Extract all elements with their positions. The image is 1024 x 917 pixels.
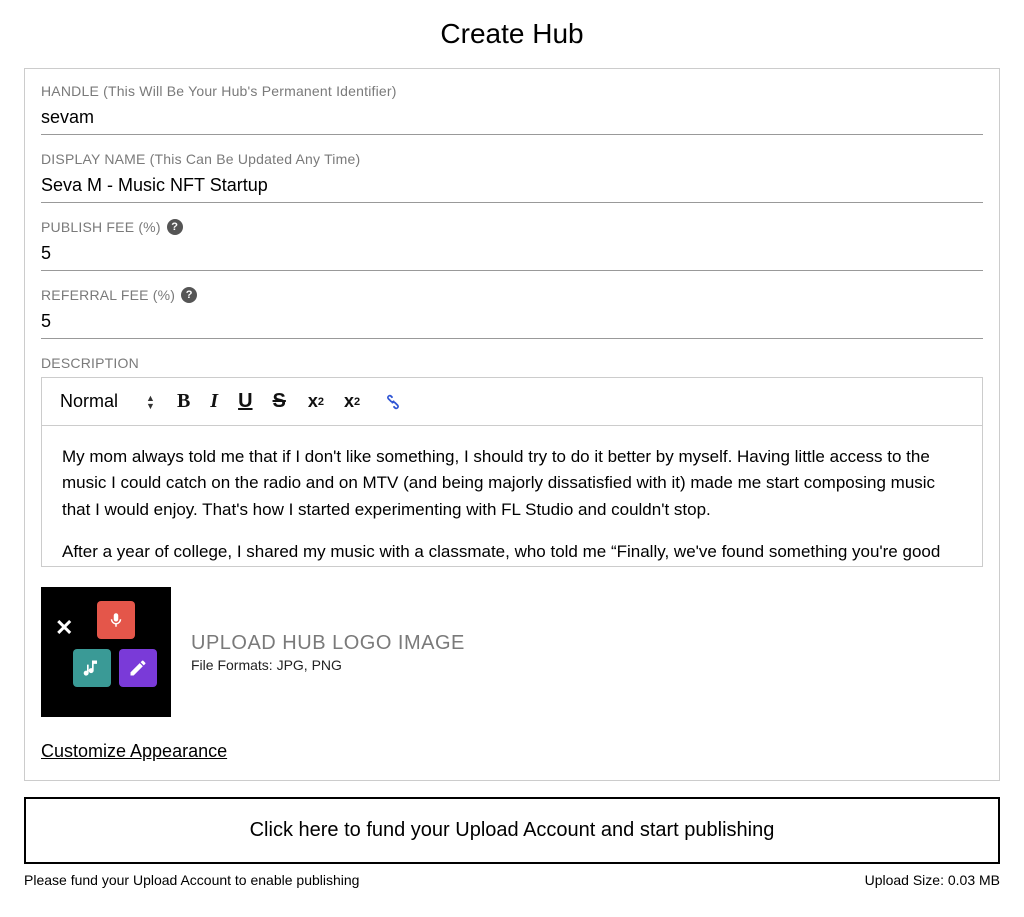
display-name-input[interactable]: [41, 171, 983, 203]
upload-size: Upload Size: 0.03 MB: [865, 872, 1000, 888]
upload-subtitle: File Formats: JPG, PNG: [191, 657, 465, 673]
close-icon[interactable]: ✕: [55, 615, 73, 641]
help-icon[interactable]: ?: [181, 287, 197, 303]
description-textarea[interactable]: My mom always told me that if I don't li…: [42, 426, 982, 566]
upload-title: UPLOAD HUB LOGO IMAGE: [191, 632, 465, 655]
logo-thumbnail[interactable]: ✕: [41, 587, 171, 717]
mic-icon: [97, 601, 135, 639]
subscript-button[interactable]: x2: [308, 391, 324, 412]
display-name-label: DISPLAY NAME (This Can Be Updated Any Ti…: [41, 151, 983, 167]
bold-button[interactable]: B: [177, 390, 190, 413]
publish-fee-field: PUBLISH FEE (%) ?: [41, 219, 983, 271]
referral-fee-input[interactable]: [41, 307, 983, 339]
help-icon[interactable]: ?: [167, 219, 183, 235]
publish-fee-label: PUBLISH FEE (%): [41, 219, 161, 235]
italic-button[interactable]: I: [210, 390, 218, 413]
display-name-field: DISPLAY NAME (This Can Be Updated Any Ti…: [41, 151, 983, 203]
pencil-paper-icon: [119, 649, 157, 687]
page-title: Create Hub: [24, 18, 1000, 50]
format-select[interactable]: Normal ▲▼: [60, 391, 155, 412]
fund-account-button[interactable]: Click here to fund your Upload Account a…: [24, 797, 1000, 864]
footer-message: Please fund your Upload Account to enabl…: [24, 872, 359, 888]
description-paragraph: After a year of college, I shared my mus…: [62, 539, 962, 566]
underline-button[interactable]: U: [238, 390, 252, 413]
rich-text-editor: Normal ▲▼ B I U S x2 x2: [41, 377, 983, 567]
chevron-sort-icon: ▲▼: [146, 394, 155, 410]
create-hub-form: HANDLE (This Will Be Your Hub's Permanen…: [24, 68, 1000, 781]
handle-label: HANDLE (This Will Be Your Hub's Permanen…: [41, 83, 983, 99]
handle-field: HANDLE (This Will Be Your Hub's Permanen…: [41, 83, 983, 135]
logo-upload-row: ✕ UPLOAD HUB LOGO IMAGE File Formats: JP…: [41, 587, 983, 717]
link-button[interactable]: [382, 391, 404, 413]
description-paragraph: My mom always told me that if I don't li…: [62, 444, 962, 523]
footer: Please fund your Upload Account to enabl…: [24, 872, 1000, 888]
upload-text: UPLOAD HUB LOGO IMAGE File Formats: JPG,…: [191, 632, 465, 673]
publish-fee-input[interactable]: [41, 239, 983, 271]
referral-fee-field: REFERRAL FEE (%) ?: [41, 287, 983, 339]
link-icon: [382, 391, 404, 413]
strikethrough-button[interactable]: S: [273, 390, 286, 413]
referral-fee-label: REFERRAL FEE (%): [41, 287, 175, 303]
format-select-label: Normal: [60, 391, 118, 412]
description-label: DESCRIPTION: [41, 355, 983, 371]
description-field: DESCRIPTION Normal ▲▼ B I U S x2 x2: [41, 355, 983, 567]
superscript-button[interactable]: x2: [344, 391, 360, 412]
music-notes-icon: [73, 649, 111, 687]
customize-appearance-link[interactable]: Customize Appearance: [41, 741, 227, 762]
editor-toolbar: Normal ▲▼ B I U S x2 x2: [42, 378, 982, 426]
handle-input[interactable]: [41, 103, 983, 135]
